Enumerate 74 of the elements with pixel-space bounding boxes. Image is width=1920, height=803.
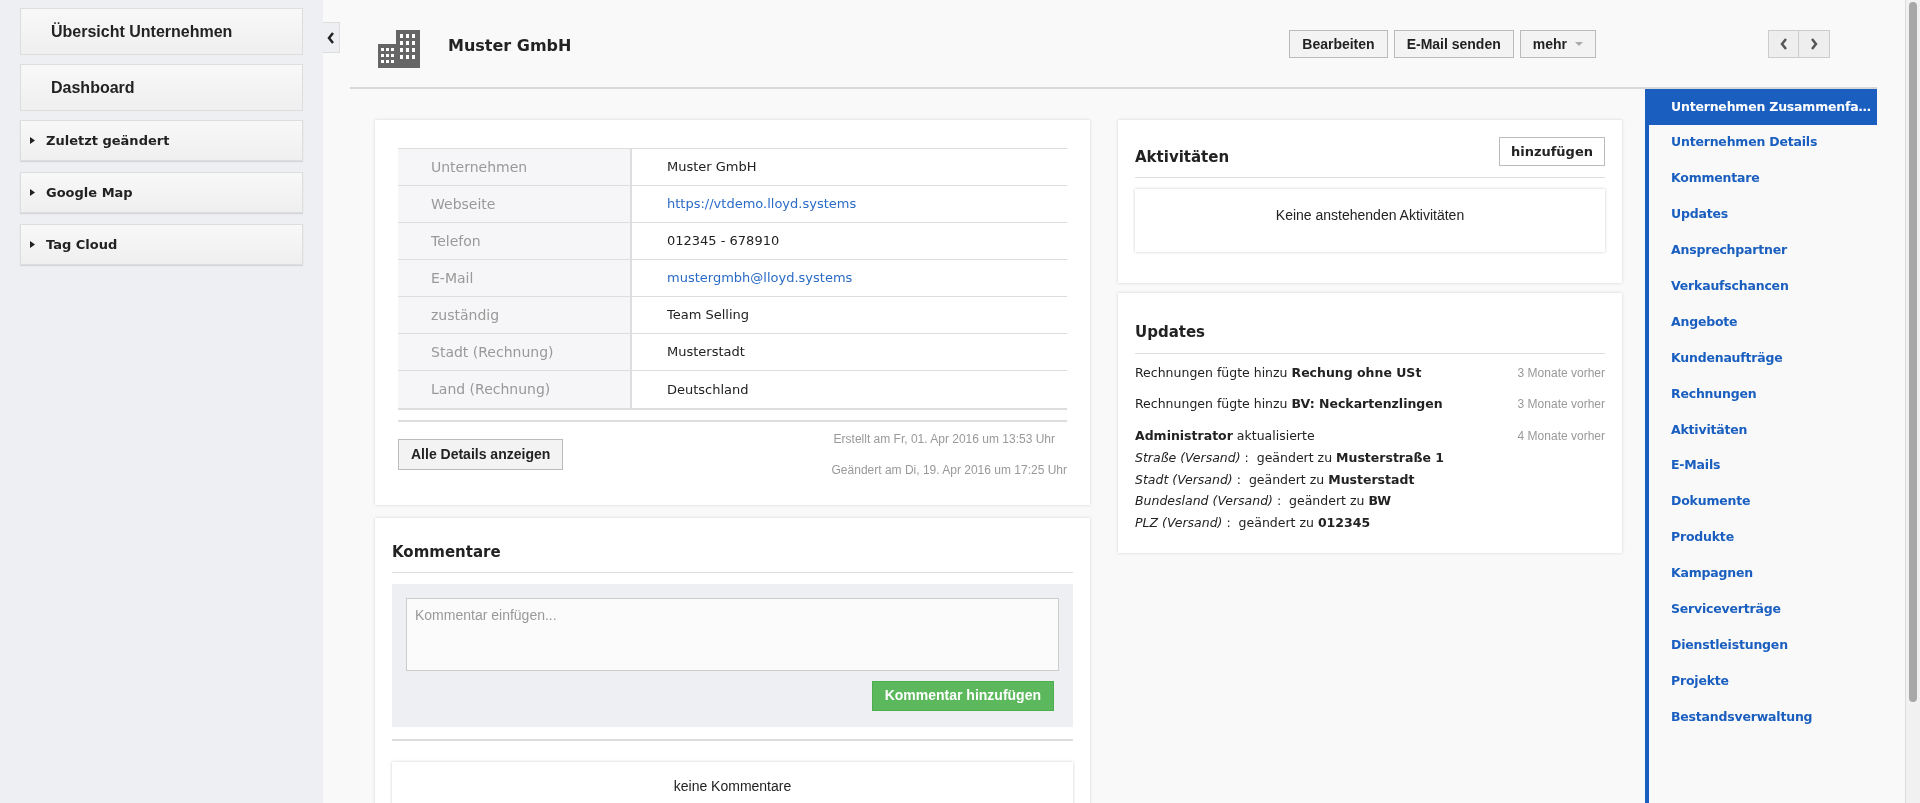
scrollbar[interactable] xyxy=(1905,0,1920,803)
section-title: Aktivitäten xyxy=(1135,146,1230,168)
chevron-left-icon xyxy=(327,31,335,44)
related-nav-item[interactable]: E-Mails xyxy=(1649,447,1877,484)
related-nav-item[interactable]: Unternehmen Details xyxy=(1649,124,1877,161)
related-nav-item[interactable]: Kommentare xyxy=(1649,160,1877,197)
related-nav-item[interactable]: Bestandsverwaltung xyxy=(1649,699,1877,736)
sidebar-widget-header[interactable]: Zuletzt geändert xyxy=(20,120,303,161)
sidebar-link[interactable]: Dashboard xyxy=(20,64,303,111)
update-change: Straße (Versand) : geändert zu Musterstraße 1 xyxy=(1135,448,1444,467)
update-change: Bundesland (Versand) : geändert zu BW xyxy=(1135,492,1393,511)
update-change: PLZ (Versand) : geändert zu 012345 xyxy=(1135,514,1372,532)
sidebar-link[interactable]: Übersicht Unternehmen xyxy=(20,8,303,55)
collapse-sidebar-button[interactable] xyxy=(323,22,340,53)
field-label: Webseite xyxy=(431,194,496,214)
update-text: Rechnungen fügte hinzu BV: Neckartenzlingen xyxy=(1135,395,1443,414)
related-nav-item[interactable]: Unternehmen Zusammenfa… xyxy=(1649,89,1877,125)
previous-record-button[interactable] xyxy=(1768,30,1799,58)
field-link[interactable]: https://vtdemo.lloyd.systems xyxy=(667,194,857,214)
modified-date: Geändert am Di, 19. Apr 2016 um 17:25 Uhr xyxy=(831,462,1067,479)
triangle-right-icon xyxy=(30,189,35,196)
field-link[interactable]: mustergmbh@lloyd.systems xyxy=(667,268,853,288)
related-nav-item[interactable]: Kundenaufträge xyxy=(1649,340,1877,377)
field-value: Team Selling xyxy=(667,306,750,325)
office-buildings-icon xyxy=(378,30,420,68)
related-nav-item[interactable]: Dienstleistungen xyxy=(1649,627,1877,664)
field-label: E-Mail xyxy=(431,268,474,288)
created-date: Erstellt am Fr, 01. Apr 2016 um 13:53 Uhr xyxy=(833,431,1056,448)
triangle-right-icon xyxy=(30,137,35,144)
update-time: 3 Monate vorher xyxy=(1517,364,1605,382)
field-value: Musterstadt xyxy=(667,343,745,362)
related-nav-item[interactable]: Rechnungen xyxy=(1649,376,1877,412)
chevron-left-icon xyxy=(1779,38,1788,50)
related-nav-item[interactable]: Serviceverträge xyxy=(1649,591,1877,628)
related-nav-item[interactable]: Projekte xyxy=(1649,663,1877,700)
related-nav-item[interactable]: Updates xyxy=(1649,196,1877,233)
related-nav-item[interactable]: Dokumente xyxy=(1649,483,1877,520)
update-change: Stadt (Versand) : geändert zu Musterstadt xyxy=(1135,470,1416,489)
show-all-details-button[interactable]: Alle Details anzeigen xyxy=(398,439,564,470)
empty-comments-message: keine Kommentare xyxy=(673,776,792,796)
related-nav-item[interactable]: Verkaufschancen xyxy=(1649,268,1877,305)
field-value: Deutschland xyxy=(667,380,749,399)
header-button[interactable]: Bearbeiten xyxy=(1289,30,1388,58)
header-button[interactable]: E-Mail senden xyxy=(1393,30,1514,58)
triangle-right-icon xyxy=(30,241,35,248)
update-text: Rechnungen fügte hinzu Rechung ohne USt xyxy=(1135,363,1422,382)
related-nav-item[interactable]: Angebote xyxy=(1649,304,1877,341)
field-label: zuständig xyxy=(431,305,500,325)
update-time: 4 Monate vorher xyxy=(1517,428,1605,445)
comment-input-field[interactable]: Kommentar einfügen... xyxy=(406,597,1059,671)
related-nav-item[interactable]: Kampagnen xyxy=(1649,555,1877,592)
empty-activities-message: Keine anstehenden Aktivitäten xyxy=(1275,206,1465,225)
scrollbar-thumb[interactable] xyxy=(1909,2,1917,702)
company-title: Muster GmbH xyxy=(448,35,572,57)
field-label: Stadt (Rechnung) xyxy=(431,342,554,362)
field-value: 012345 - 678910 xyxy=(667,232,780,251)
more-dropdown-button[interactable]: mehr xyxy=(1519,30,1596,58)
related-nav-item[interactable]: Ansprechpartner xyxy=(1649,232,1877,269)
caret-down-icon xyxy=(1575,42,1583,46)
sidebar-widget-header[interactable]: Tag Cloud xyxy=(20,224,303,265)
related-nav-item[interactable]: Produkte xyxy=(1649,519,1877,556)
chevron-right-icon xyxy=(1810,38,1818,50)
add-activity-button[interactable]: hinzufügen xyxy=(1498,137,1605,166)
field-label: Telefon xyxy=(431,231,481,251)
field-label: Unternehmen xyxy=(431,157,528,177)
sidebar-widget-header[interactable]: Google Map xyxy=(20,172,303,213)
field-label: Land (Rechnung) xyxy=(431,380,551,399)
next-record-button[interactable] xyxy=(1799,30,1830,58)
section-title: Updates xyxy=(1135,321,1605,354)
related-nav-item[interactable]: Aktivitäten xyxy=(1649,412,1877,448)
field-value: Muster GmbH xyxy=(667,158,757,177)
update-text: Administrator aktualisierte xyxy=(1135,427,1316,445)
update-time: 3 Monate vorher xyxy=(1517,396,1605,414)
section-title: Kommentare xyxy=(392,541,1073,573)
